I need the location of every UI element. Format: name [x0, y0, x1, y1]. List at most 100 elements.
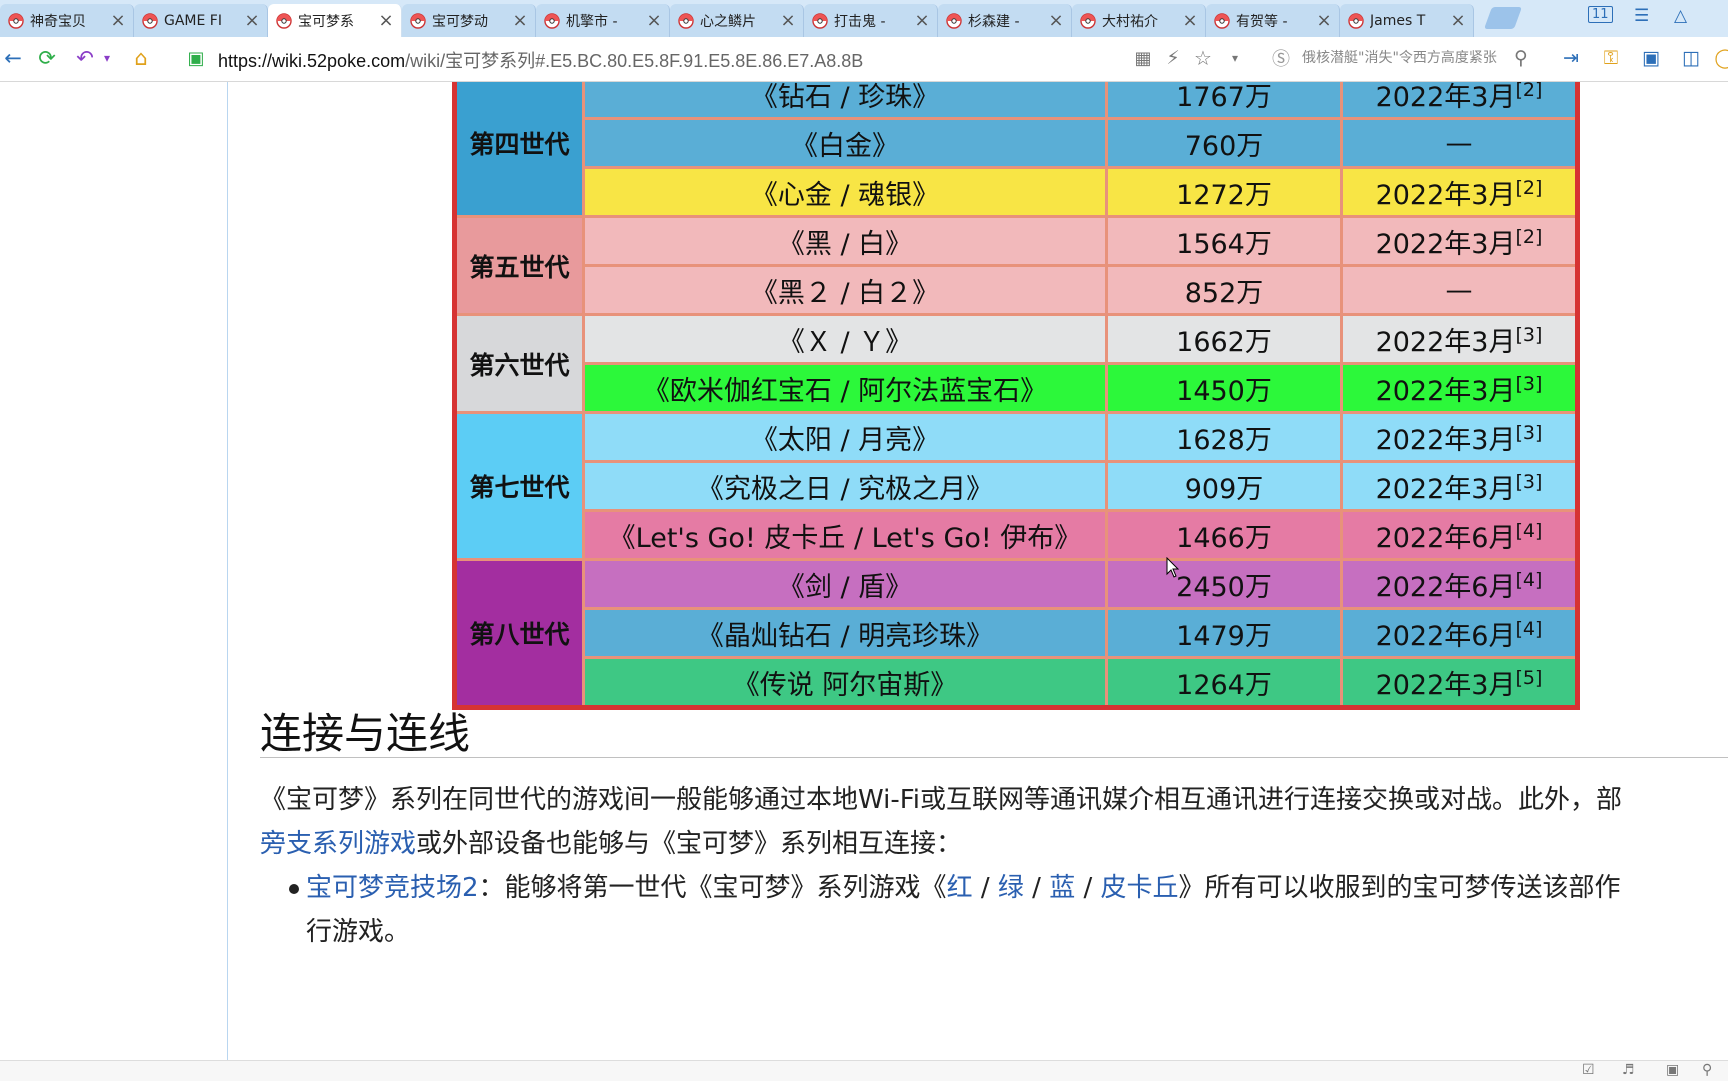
reference-link[interactable]: [4] — [1515, 569, 1542, 591]
reload-icon[interactable]: ⟳ — [34, 45, 60, 71]
tab[interactable]: 神奇宝贝 × — [0, 4, 134, 37]
reference-link[interactable]: [4] — [1515, 520, 1542, 542]
reference-link[interactable]: [3] — [1515, 373, 1542, 395]
tab[interactable]: 杉森建 - × — [938, 4, 1072, 37]
tab[interactable]: 大村祐介 × — [1072, 4, 1206, 37]
reference-link[interactable]: [5] — [1515, 667, 1542, 689]
game-sales-table: 第四世代 《钻石 / 珍珠》 1767万 2022年3月[2] 《白金》 760万 — 《心金… — [452, 82, 1580, 710]
table-row: 《黑２ / 白２》 852万 — — [455, 264, 1579, 316]
skin-icon[interactable]: △ — [1674, 6, 1687, 26]
search-engine-icon[interactable]: Ⓢ — [1268, 45, 1294, 71]
date-cell: 2022年3月[2] — [1340, 82, 1579, 120]
table-row: 第四世代 《钻石 / 珍珠》 1767万 2022年3月[2] — [453, 82, 1579, 218]
reference-link[interactable]: [3] — [1515, 324, 1542, 346]
pokemon-stadium-2-link[interactable]: 宝可梦竞技场2 — [306, 873, 479, 903]
generation-cell: 第六世代 — [453, 313, 585, 414]
date-cell-text: 2022年3月 — [1375, 179, 1516, 211]
reference-link[interactable]: [3] — [1515, 471, 1542, 493]
game-title-cell: 《晶灿钻石 / 明亮珍珠》 — [582, 607, 1108, 659]
tab-label: 机擎市 - — [566, 13, 618, 30]
extension-icon[interactable]: ▣ — [1638, 45, 1664, 71]
blue-link[interactable]: 蓝 — [1049, 873, 1075, 903]
date-cell: — — [1340, 264, 1579, 316]
paragraph-line-2: 或外部设备也能够与《宝可梦》系列相互连接： — [416, 829, 963, 859]
bookmark-star-icon[interactable]: ☆ — [1190, 45, 1216, 71]
close-tab-icon[interactable]: × — [109, 10, 127, 31]
menu-icon[interactable]: ☰ — [1634, 6, 1649, 26]
navigation-bar: ← ⟳ ↶ ▾ ⌂ ▣ https://wiki.52poke.com/wiki… — [0, 37, 1728, 82]
close-tab-icon[interactable]: × — [377, 10, 395, 31]
status-bar: ☑ ♬ ▣ ⚲ — [0, 1060, 1728, 1081]
close-tab-icon[interactable]: × — [511, 10, 529, 31]
lightning-icon[interactable]: ⚡ — [1160, 45, 1186, 71]
reference-link[interactable]: [4] — [1515, 618, 1542, 640]
zoom-icon[interactable]: ⚲ — [1702, 1062, 1712, 1078]
table-row: 第八世代 《剑 / 盾》 2450万 2022年6月[4] — [453, 558, 1579, 709]
reference-link[interactable]: [2] — [1515, 82, 1542, 101]
pikachu-link[interactable]: 皮卡丘 — [1101, 873, 1179, 903]
close-tab-icon[interactable]: × — [645, 10, 663, 31]
new-tab-button[interactable] — [1483, 7, 1523, 29]
reading-icon[interactable]: ◫ — [1678, 45, 1704, 71]
separator: / — [972, 873, 998, 903]
login-icon[interactable]: ⇥ — [1558, 45, 1584, 71]
close-tab-icon[interactable]: × — [1181, 10, 1199, 31]
sales-cell-text: 1450万 — [1176, 375, 1272, 407]
tab[interactable]: 宝可梦系 × — [268, 4, 402, 37]
date-cell: 2022年3月[3] — [1340, 313, 1579, 365]
tab-count-badge[interactable]: 11 — [1588, 6, 1613, 23]
game-title-cell-text: 《究极之日 / 究极之月》 — [696, 473, 994, 505]
close-tab-icon[interactable]: × — [913, 10, 931, 31]
security-status-icon[interactable]: ☑ — [1582, 1062, 1595, 1078]
tab[interactable]: GAME FI × — [134, 4, 268, 37]
sales-cell: 1479万 — [1105, 607, 1343, 659]
download-icon[interactable]: ▣ — [1666, 1062, 1679, 1078]
spinoff-games-link[interactable]: 旁支系列游戏 — [260, 829, 416, 859]
sales-cell-text: 1466万 — [1176, 522, 1272, 554]
reference-link[interactable]: [2] — [1515, 177, 1542, 199]
table-row: 第七世代 《太阳 / 月亮》 1628万 2022年3月[3] — [453, 411, 1579, 561]
tab[interactable]: 机擎市 - × — [536, 4, 670, 37]
game-title-cell: 《钻石 / 珍珠》 — [582, 82, 1108, 120]
close-tab-icon[interactable]: × — [1047, 10, 1065, 31]
close-tab-icon[interactable]: × — [243, 10, 261, 31]
home-icon[interactable]: ⌂ — [128, 45, 154, 71]
sound-icon[interactable]: ♬ — [1622, 1062, 1635, 1078]
pokeball-favicon-icon — [1080, 12, 1096, 29]
green-link[interactable]: 绿 — [998, 873, 1024, 903]
url-path: /wiki/宝可梦系列#.E5.BC.80.E5.8F.91.E5.8E.86.… — [405, 51, 864, 71]
tab[interactable]: 心之鳞片 × — [670, 4, 804, 37]
pokeball-favicon-icon — [678, 12, 694, 29]
tab[interactable]: James T × — [1340, 4, 1474, 37]
pokeball-favicon-icon — [812, 12, 828, 29]
search-icon[interactable]: ⚲ — [1508, 45, 1534, 71]
tab[interactable]: 宝可梦动 × — [402, 4, 536, 37]
bookmark-dropdown-icon[interactable]: ▾ — [1222, 45, 1248, 71]
mouse-cursor-icon — [1166, 557, 1180, 578]
close-tab-icon[interactable]: × — [779, 10, 797, 31]
url-field[interactable]: https://wiki.52poke.com/wiki/宝可梦系列#.E5.B… — [218, 47, 863, 73]
sales-cell: 1564万 — [1105, 215, 1343, 267]
sales-cell-text: 760万 — [1184, 130, 1264, 162]
coin-icon[interactable]: ◯ — [1712, 45, 1728, 71]
tab[interactable]: 打击鬼 - × — [804, 4, 938, 37]
date-cell-text: 2022年3月 — [1375, 326, 1516, 358]
search-input[interactable]: 俄核潜艇"消失"令西方高度紧张 — [1302, 47, 1502, 67]
close-tab-icon[interactable]: × — [1449, 10, 1467, 31]
reference-link[interactable]: [3] — [1515, 422, 1542, 444]
tab-label: 杉森建 - — [968, 13, 1020, 30]
bullet-text-1: ：能够将第一世代《宝可梦》系列游戏《 — [478, 873, 947, 903]
close-tab-icon[interactable]: × — [1315, 10, 1333, 31]
qr-code-icon[interactable]: ▦ — [1130, 45, 1156, 71]
sales-cell-text: 1479万 — [1176, 620, 1272, 652]
sales-cell: 1628万 — [1105, 411, 1343, 463]
key-icon[interactable]: ⚿ — [1598, 45, 1624, 71]
undo-dropdown-icon[interactable]: ▾ — [94, 45, 120, 71]
tab[interactable]: 有贺等 - × — [1206, 4, 1340, 37]
section-paragraph: 《宝可梦》系列在同世代的游戏间一般能够通过本地Wi-Fi或互联网等通讯媒介相互通… — [260, 778, 1728, 866]
sales-cell: 1767万 — [1105, 82, 1343, 120]
back-icon[interactable]: ← — [0, 45, 26, 71]
red-link[interactable]: 红 — [947, 873, 973, 903]
game-title-cell: 《Let's Go! 皮卡丘 / Let's Go! 伊布》 — [582, 509, 1108, 561]
reference-link[interactable]: [2] — [1515, 226, 1542, 248]
